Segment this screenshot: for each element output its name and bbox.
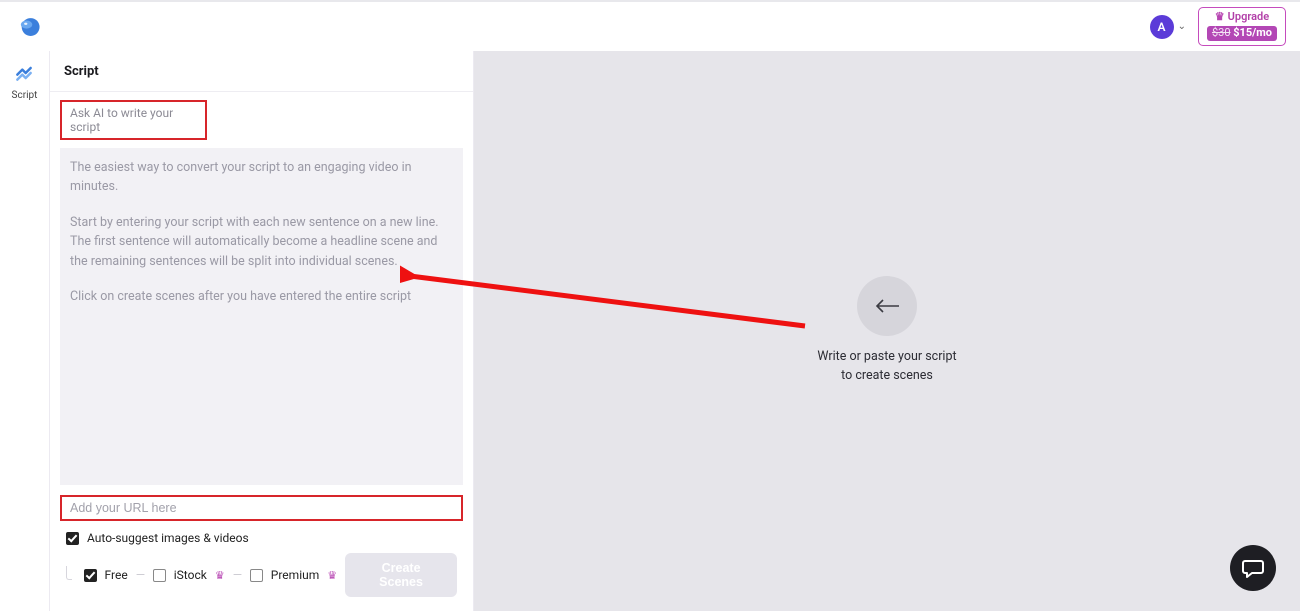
- avatar-initial: A: [1158, 20, 1166, 34]
- app-logo[interactable]: [16, 14, 42, 40]
- chevron-down-icon: ⌄: [1178, 21, 1186, 32]
- upgrade-old-price: $30: [1212, 26, 1231, 39]
- upgrade-button[interactable]: ♛ Upgrade $30 $15/mo: [1198, 7, 1286, 45]
- divider-dash: —: [136, 568, 145, 582]
- panel-title: Script: [50, 51, 473, 92]
- auto-suggest-label: Auto-suggest images & videos: [87, 531, 249, 545]
- tree-indent-icon: [66, 566, 72, 580]
- account-menu[interactable]: A ⌄: [1150, 15, 1186, 39]
- create-scenes-button[interactable]: Create Scenes: [345, 553, 457, 597]
- options-row: Auto-suggest images & videos Free — iSto…: [50, 521, 473, 611]
- checkbox-free[interactable]: [84, 569, 97, 582]
- url-input[interactable]: [60, 495, 463, 521]
- ask-ai-button[interactable]: Ask AI to write your script: [60, 100, 207, 140]
- crown-icon: ♛: [327, 569, 337, 582]
- placeholder-text-l1: Write or paste your script: [817, 348, 956, 367]
- script-textarea[interactable]: The easiest way to convert your script t…: [60, 148, 463, 485]
- opt-premium-label: Premium: [271, 568, 319, 582]
- crown-icon: ♛: [1215, 11, 1225, 24]
- crown-icon: ♛: [215, 569, 225, 582]
- upgrade-new-price: $15/mo: [1233, 26, 1272, 39]
- placeholder-text-l2: to create scenes: [817, 367, 956, 386]
- avatar: A: [1150, 15, 1174, 39]
- checkbox-premium[interactable]: [250, 569, 263, 582]
- script-panel: Script Ask AI to write your script The e…: [50, 51, 474, 611]
- script-icon: [14, 63, 34, 87]
- rail-item-label: Script: [12, 90, 38, 101]
- upgrade-label: Upgrade: [1228, 11, 1269, 24]
- placeholder-line-3: Click on create scenes after you have en…: [70, 287, 453, 306]
- canvas-area: Write or paste your script to create sce…: [474, 51, 1300, 611]
- rail-item-script[interactable]: Script: [12, 63, 38, 101]
- placeholder-line-1: The easiest way to convert your script t…: [70, 158, 453, 197]
- header-right: A ⌄ ♛ Upgrade $30 $15/mo: [1150, 7, 1286, 45]
- divider-dash: —: [233, 568, 242, 582]
- top-bar: A ⌄ ♛ Upgrade $30 $15/mo: [0, 2, 1300, 51]
- opt-istock-label: iStock: [174, 568, 207, 582]
- opt-free-label: Free: [105, 568, 128, 582]
- checkbox-auto-suggest[interactable]: [66, 532, 79, 545]
- chat-button[interactable]: [1230, 545, 1276, 591]
- left-rail: Script: [0, 51, 50, 611]
- placeholder-line-2: Start by entering your script with each …: [70, 213, 453, 271]
- canvas-placeholder: Write or paste your script to create sce…: [817, 276, 956, 386]
- checkbox-istock[interactable]: [153, 569, 166, 582]
- arrow-left-circle-icon: [857, 276, 917, 336]
